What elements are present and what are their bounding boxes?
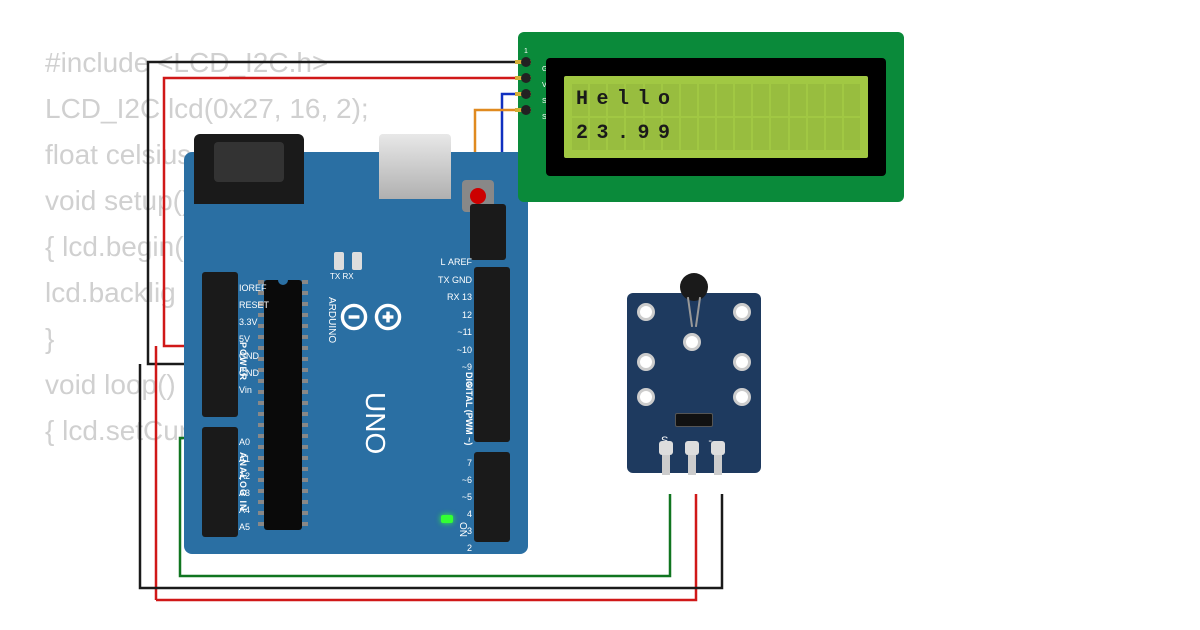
digital-pin-labels: L AREF TX GND RX 13 12~11 ~10~9 8: [438, 254, 472, 394]
uno-label: UNO: [359, 392, 391, 454]
atmega-chip: [264, 280, 302, 530]
smd-component: [334, 252, 344, 270]
sensor-smd: [675, 413, 713, 427]
thermistor-icon: [680, 273, 708, 301]
thermistor-sensor: S -: [627, 293, 761, 473]
lcd-line-2: 23.99: [576, 122, 856, 145]
arduino-logo: ARDUINO: [326, 297, 405, 343]
lcd-bezel: Hello 23.99: [546, 58, 886, 176]
lcd-i2c-pins: [515, 60, 531, 124]
power-pin-labels: IOREFRESET 3.3V5V GNDGND Vin: [239, 280, 269, 399]
usb-port: [194, 134, 304, 204]
serial-port: [379, 134, 451, 199]
header-digital-low: [474, 452, 510, 542]
txrx-label: TX RX: [330, 272, 354, 281]
lcd-module: 1 GNDVCC SDASCL Hello 23.99: [518, 32, 904, 202]
header-icsp: [470, 204, 506, 260]
sensor-pins: [662, 447, 722, 475]
analog-pin-labels: A0A1 A2A3 A4A5: [239, 434, 250, 536]
lcd-screen: Hello 23.99: [564, 76, 868, 158]
header-analog: [202, 427, 238, 537]
header-power: [202, 272, 238, 417]
lcd-line-1: Hello: [576, 88, 856, 111]
lcd-pin-1-label: 1: [524, 48, 528, 55]
arduino-board: TX RX ARDUINO UNO POWER ANALOG IN DIGITA…: [184, 152, 528, 554]
header-digital-high: [474, 267, 510, 442]
digital-pin-labels-2: 7~6 ~54 ~32 TX 1RX 0: [452, 455, 472, 591]
smd-component: [352, 252, 362, 270]
